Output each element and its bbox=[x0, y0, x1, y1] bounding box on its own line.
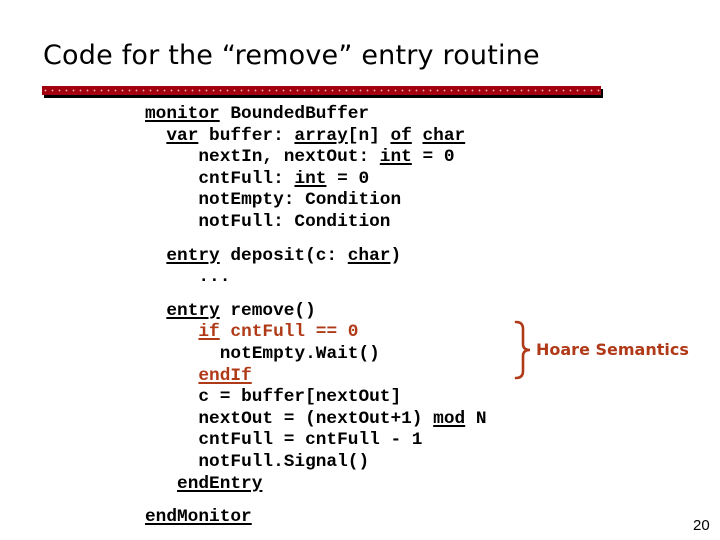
slide-title: Code for the “remove” entry routine bbox=[43, 40, 540, 71]
code-keyword: array bbox=[294, 125, 348, 146]
code-keyword: var bbox=[166, 125, 199, 146]
code-text: cntFull: bbox=[198, 168, 295, 189]
code-keyword: entry bbox=[166, 245, 220, 266]
code-text: = 0 bbox=[411, 147, 455, 168]
code-text: notEmpty.Wait() bbox=[219, 344, 380, 364]
code-keyword: char bbox=[422, 125, 466, 146]
code-keyword: char bbox=[347, 245, 391, 266]
code-line: monitor BoundedBuffer bbox=[145, 104, 369, 126]
code-text: deposit(c: bbox=[219, 245, 348, 266]
code-keyword: of bbox=[390, 125, 412, 146]
code-keyword: int bbox=[379, 147, 412, 168]
code-text: ... bbox=[198, 267, 231, 288]
page-number: 20 bbox=[693, 517, 710, 534]
code-text: notFull: Condition bbox=[198, 212, 391, 232]
code-text: = 0 bbox=[326, 168, 370, 189]
code-line: endIf bbox=[198, 366, 251, 388]
code-line: notEmpty.Wait() bbox=[220, 344, 380, 366]
code-line: notEmpty: Condition bbox=[198, 190, 401, 212]
code-line: nextIn, nextOut: int = 0 bbox=[198, 147, 454, 169]
code-line: notFull.Signal() bbox=[198, 452, 369, 474]
code-text: nextOut = (nextOut+1) bbox=[198, 408, 434, 429]
code-keyword: if bbox=[198, 322, 220, 343]
code-text: [n] bbox=[347, 125, 391, 146]
code-line: endEntry bbox=[177, 474, 262, 496]
code-line: if cntFull == 0 bbox=[198, 322, 358, 344]
code-text: remove() bbox=[219, 300, 316, 321]
code-text: nextIn, nextOut: bbox=[198, 147, 380, 168]
code-keyword: endEntry bbox=[177, 473, 263, 494]
code-line: c = buffer[nextOut] bbox=[198, 387, 401, 409]
code-text: cntFull = cntFull - 1 bbox=[198, 430, 423, 451]
code-line: cntFull: int = 0 bbox=[198, 169, 369, 191]
code-keyword: mod bbox=[433, 408, 466, 429]
code-line: endMonitor bbox=[145, 507, 252, 529]
code-text: notEmpty: Condition bbox=[198, 190, 402, 211]
code-text: ) bbox=[390, 245, 402, 266]
code-keyword: int bbox=[294, 168, 327, 189]
code-line: entry deposit(c: char) bbox=[166, 246, 401, 268]
code-text: notFull.Signal() bbox=[198, 452, 370, 472]
title-divider bbox=[42, 86, 601, 95]
code-line: ... bbox=[198, 267, 230, 289]
code-keyword: monitor bbox=[145, 104, 220, 124]
code-text: c = buffer[nextOut] bbox=[198, 387, 402, 408]
code-line: cntFull = cntFull - 1 bbox=[198, 430, 422, 452]
code-keyword: endIf bbox=[198, 365, 252, 386]
code-line: entry remove() bbox=[166, 301, 315, 323]
code-keyword: entry bbox=[166, 300, 220, 321]
hoare-semantics-label: Hoare Semantics bbox=[536, 340, 689, 359]
code-text: buffer: bbox=[198, 125, 295, 146]
code-text: cntFull == 0 bbox=[219, 322, 359, 343]
code-text: BoundedBuffer bbox=[219, 104, 370, 124]
code-line: nextOut = (nextOut+1) mod N bbox=[198, 409, 486, 431]
code-text: N bbox=[465, 408, 487, 429]
code-line: notFull: Condition bbox=[198, 212, 390, 234]
code-keyword: endMonitor bbox=[145, 507, 252, 528]
code-line: var buffer: array[n] of char bbox=[166, 126, 465, 148]
